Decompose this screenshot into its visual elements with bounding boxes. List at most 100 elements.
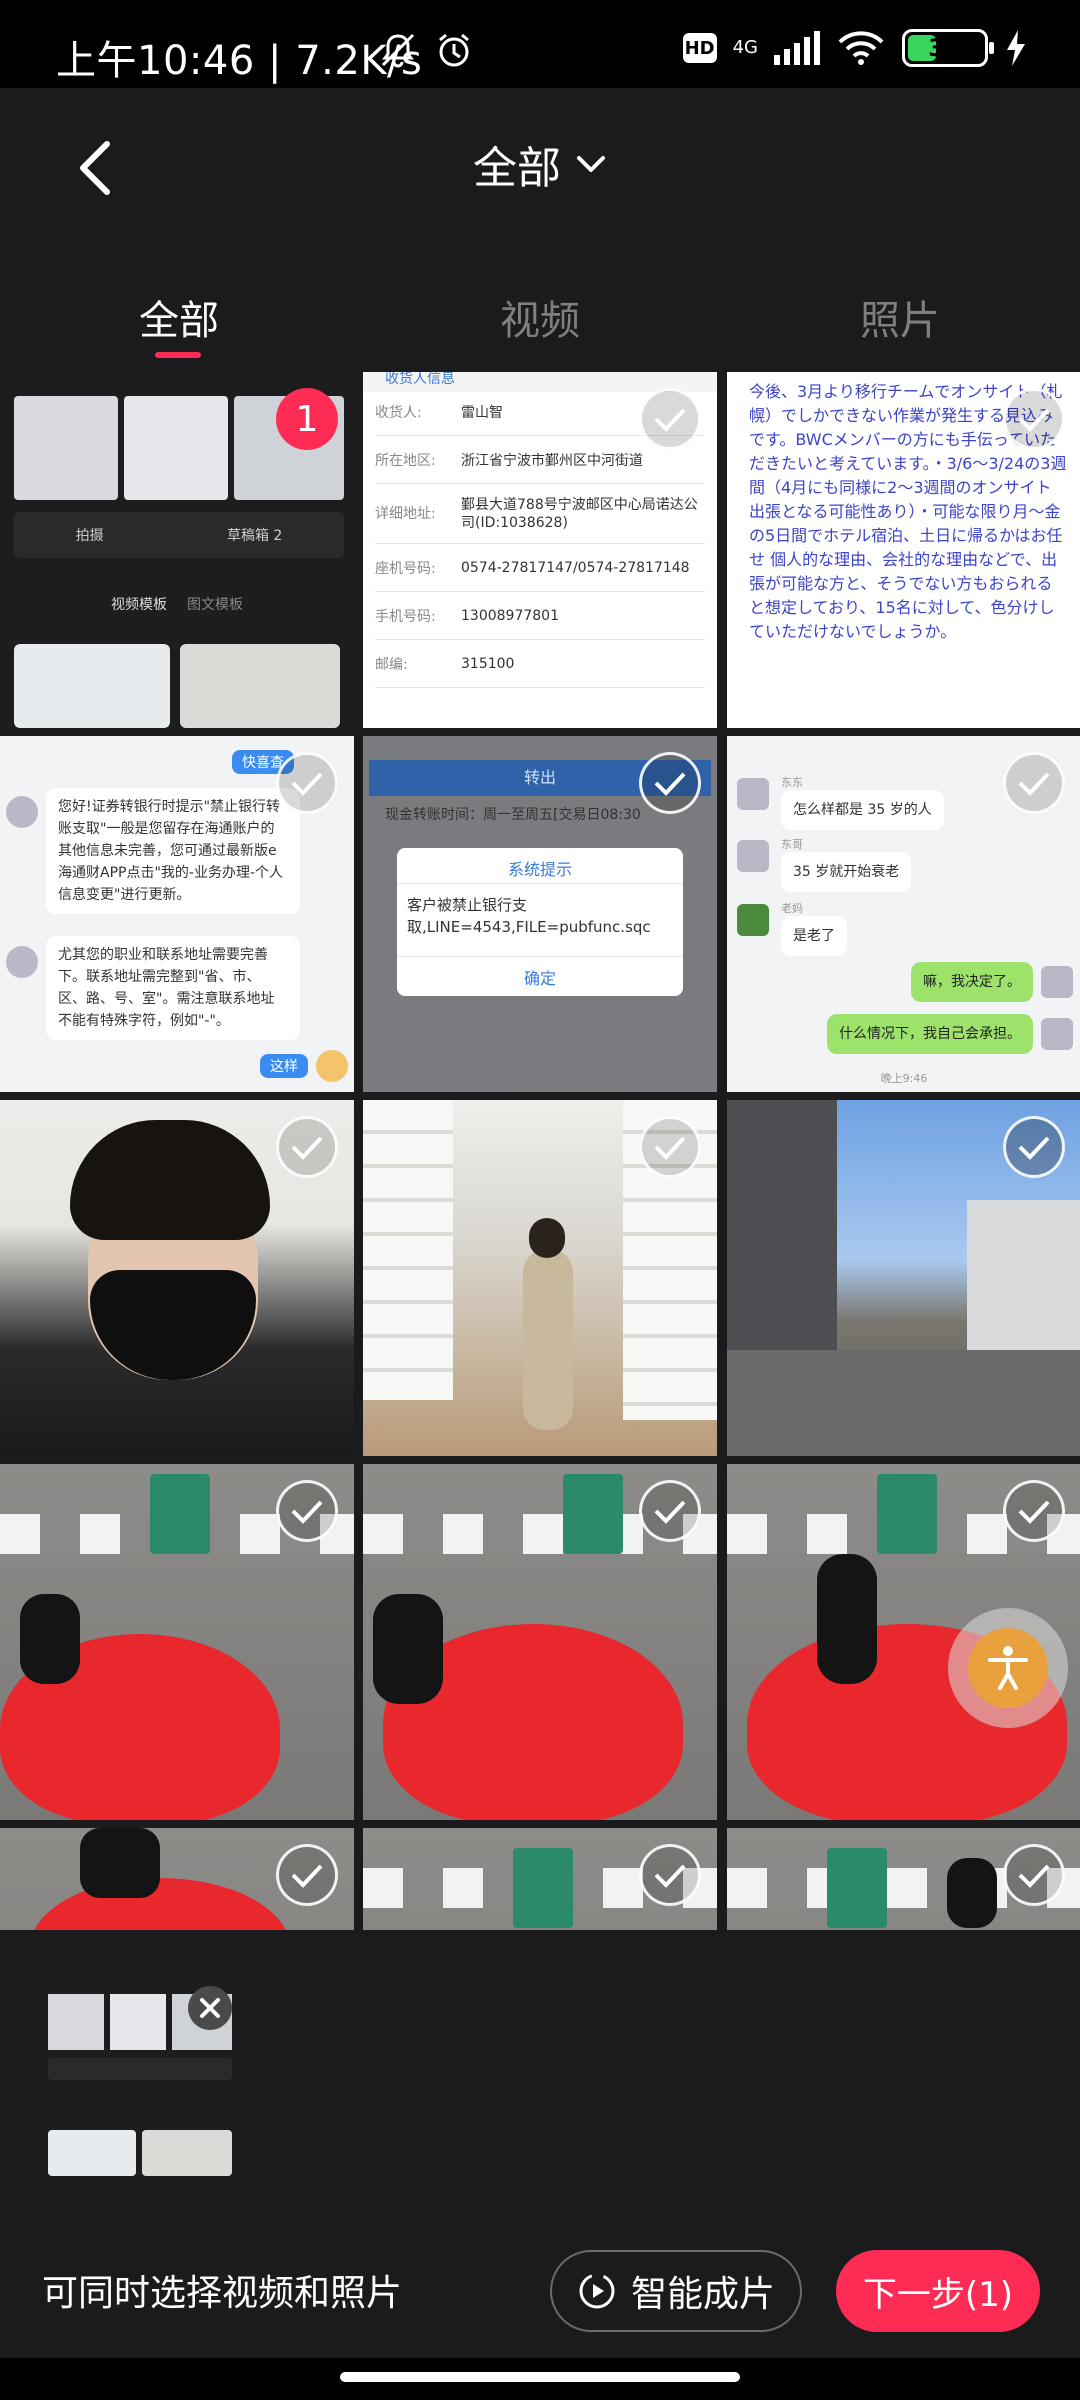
check-icon	[291, 772, 323, 796]
media-item-photo-street[interactable]	[727, 1100, 1080, 1456]
form-row: 手机号码: 13008977801	[375, 592, 705, 640]
media-item-photo-crossing-2[interactable]	[727, 1828, 1080, 1930]
check-icon	[1018, 1864, 1050, 1888]
dialog-body: 客户被禁止银行支取,LINE=4543,FILE=pubfunc.sqc	[407, 896, 651, 936]
select-circle[interactable]	[1003, 1116, 1065, 1178]
mute-bell-icon	[381, 33, 415, 68]
select-circle[interactable]	[276, 752, 338, 814]
chat-bubble: 怎么样都是 35 岁的人	[781, 790, 944, 830]
cell-sub-video-template: 视频模板	[111, 597, 167, 613]
battery-level: 38	[928, 34, 962, 62]
form-row: 座机号码: 0574-27817147/0574-27817148	[375, 544, 705, 592]
hd-icon: HD	[682, 33, 717, 63]
media-item-photo-dancer-4[interactable]	[0, 1828, 354, 1930]
avatar	[737, 904, 769, 936]
media-grid: 拍摄 草稿箱 2 视频模板 图文模板 1 收货人信息 收货人: 雷山智 所在地区:…	[0, 372, 1080, 1930]
system-dialog: 系统提示 客户被禁止银行支取,LINE=4543,FILE=pubfunc.sq…	[397, 848, 683, 996]
select-circle[interactable]	[1003, 752, 1065, 814]
media-item-photo-dancer-1[interactable]	[0, 1464, 354, 1820]
avatar	[1041, 966, 1073, 998]
selection-count-badge[interactable]: 1	[276, 388, 338, 450]
next-step-button[interactable]: 下一步(1)	[836, 2250, 1040, 2332]
select-circle[interactable]	[639, 1844, 701, 1906]
chat-timestamp: 晚上9:46	[880, 1072, 928, 1085]
check-icon	[654, 772, 686, 796]
avatar	[737, 840, 769, 872]
media-item-photo-store[interactable]	[363, 1100, 717, 1456]
chat-name: 老妈	[781, 902, 803, 915]
form-header: 收货人信息	[385, 372, 455, 387]
chat-bubble: 尤其您的职业和联系地址需要完善下。联系地址需完整到"省、市、区、路、号、室"。需…	[46, 936, 300, 1040]
chat-bubble-own: 嘛，我决定了。	[911, 962, 1033, 1002]
close-icon	[200, 1998, 220, 2018]
media-item-chat-support[interactable]: 快喜查 您好!证券转银行时提示"禁止银行转账支取"一般是您留存在海通账户的其他信…	[0, 736, 354, 1092]
media-item-japanese-text[interactable]: 今後、3月より移行チームでオンサイト（札幌）でしかできない作業が発生する見込みで…	[727, 372, 1080, 728]
cell-tab-drafts: 草稿箱 2	[226, 528, 283, 544]
wifi-icon	[838, 31, 884, 65]
media-item-photo-dancer-2[interactable]	[363, 1464, 717, 1820]
selection-hint: 可同时选择视频和照片	[42, 2273, 403, 2314]
select-circle[interactable]	[276, 1844, 338, 1906]
media-item-system-dialog[interactable]: 转出 现金转账时间：周一至周五[交易日08:30 系统提示 客户被禁止银行支取,…	[363, 736, 717, 1092]
cell-tab-shoot: 拍摄	[75, 528, 104, 544]
check-icon	[654, 1136, 686, 1160]
home-indicator[interactable]	[340, 2372, 740, 2382]
tab-photo[interactable]: 照片	[800, 288, 1000, 346]
select-circle[interactable]	[639, 388, 701, 450]
chat-bubble: 您好!证券转银行时提示"禁止银行转账支取"一般是您留存在海通账户的其他信息未完善…	[46, 788, 300, 914]
selected-thumbnail[interactable]	[42, 1980, 238, 2176]
network-type: 4G	[732, 37, 758, 58]
chat-name: 东东	[781, 776, 803, 789]
avatar	[6, 796, 38, 828]
form-row: 邮编: 315100	[375, 640, 705, 688]
select-circle[interactable]	[639, 1116, 701, 1178]
album-title: 全部	[473, 143, 561, 194]
media-tabs: 全部 视频 照片	[0, 248, 1080, 372]
avatar	[1041, 1018, 1073, 1050]
chevron-down-icon	[577, 156, 605, 172]
status-separator: |	[268, 38, 296, 84]
album-selector[interactable]: 全部	[0, 132, 1080, 196]
remove-selected-button[interactable]	[188, 1986, 232, 2030]
chat-bubble-own: 什么情况下，我自己会承担。	[827, 1014, 1033, 1054]
check-icon	[291, 1864, 323, 1888]
select-circle[interactable]	[1003, 1844, 1065, 1906]
chat-bubble: 是老了	[781, 916, 847, 956]
select-circle[interactable]	[1003, 388, 1065, 450]
transfer-note: 现金转账时间：周一至周五[交易日08:30	[385, 807, 641, 823]
selection-tray	[0, 1930, 1080, 2190]
avatar	[6, 946, 38, 978]
check-icon	[1018, 408, 1050, 432]
chat-name: 东哥	[781, 838, 803, 851]
accessibility-float-button[interactable]	[948, 1608, 1068, 1728]
tab-video[interactable]: 视频	[440, 288, 640, 346]
select-circle[interactable]	[639, 1480, 701, 1542]
header: 全部	[0, 88, 1080, 248]
media-item-chat-group[interactable]: 东东 怎么样都是 35 岁的人 东哥 35 岁就开始衰老 老妈 是老了 嘛，我决…	[727, 736, 1080, 1092]
tab-indicator	[155, 352, 201, 358]
chat-bubble: 35 岁就开始衰老	[781, 852, 912, 892]
alarm-icon	[439, 33, 469, 67]
media-item-address-form[interactable]: 收货人信息 收货人: 雷山智 所在地区: 浙江省宁波市鄞州区中河街道 详细地址: 鄞县…	[363, 372, 717, 728]
select-circle[interactable]	[276, 1480, 338, 1542]
media-item-screenshot-app[interactable]: 拍摄 草稿箱 2 视频模板 图文模板 1	[0, 372, 354, 728]
select-circle[interactable]	[1003, 1480, 1065, 1542]
media-item-photo-crossing-1[interactable]	[363, 1828, 717, 1930]
smart-compose-button[interactable]: 智能成片	[550, 2250, 802, 2332]
select-circle[interactable]	[276, 1116, 338, 1178]
select-circle[interactable]	[639, 752, 701, 814]
accessibility-icon	[968, 1628, 1048, 1708]
battery-icon: 38	[902, 29, 994, 67]
charging-icon	[1007, 30, 1025, 66]
smart-video-icon	[579, 2273, 615, 2309]
cell-sub-image-template: 图文模板	[187, 597, 243, 613]
tab-all[interactable]: 全部	[79, 288, 279, 346]
bottom-bar: 可同时选择视频和照片 智能成片 下一步(1)	[0, 2190, 1080, 2358]
media-item-photo-selfie[interactable]	[0, 1100, 354, 1456]
check-icon	[291, 1500, 323, 1524]
form-row: 详细地址: 鄞县大道788号宁波邮区中心局诺达公司(ID:1038628)	[375, 484, 705, 544]
check-icon	[291, 1136, 323, 1160]
chat-reply: 这样	[260, 1054, 308, 1078]
dialog-title: 系统提示	[397, 848, 683, 884]
avatar	[316, 1050, 348, 1082]
